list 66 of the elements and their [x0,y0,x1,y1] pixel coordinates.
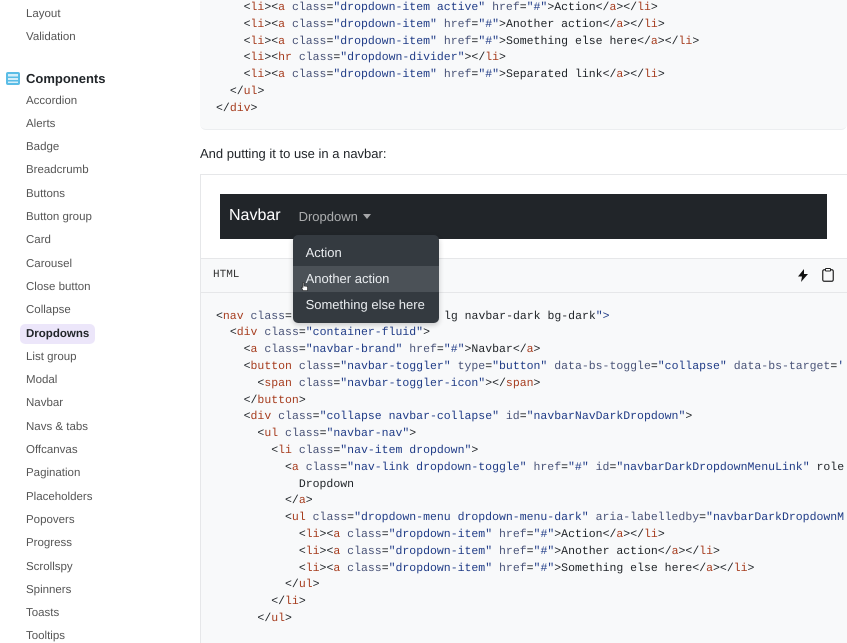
code-line: <div class="container-fluid"> [228,326,430,340]
code-line: <li><a class="dropdown-item" href="#">Another action</a></li> [298,544,720,558]
dropdown-toggle[interactable]: Dropdown [298,208,371,224]
sidebar-item[interactable]: Layout [20,4,67,24]
sidebar-item[interactable]: Modal [20,370,64,390]
caret-icon [362,214,371,219]
code-line: <li><hr class="dropdown-divider"></li> [242,51,506,64]
code-line: Dropdown [298,478,354,491]
sidebar-item[interactable]: Accordion [20,90,84,111]
sidebar-item[interactable]: Scrollspy [20,556,79,577]
dropdown-item[interactable]: Something else here [292,292,439,318]
sidebar-item[interactable]: Collapse [20,300,77,320]
code-line: <li><a class="dropdown-item" href="#">Separated link</a></li> [242,68,665,82]
sidebar-item[interactable]: Badge [20,137,66,158]
sidebar-item[interactable]: Toasts [20,603,66,624]
sidebar-item[interactable]: Tooltips [20,626,71,643]
code-line: <span class="navbar-toggler-icon"></span> [256,376,540,390]
sidebar-item[interactable]: Offcanvas [20,440,84,460]
sidebar-heading: Components [26,71,106,86]
code-line: </div> [216,102,258,115]
code-line: <ul class="navbar-nav"> [256,427,416,440]
code-line: <a class="navbar-brand" href="#">Navbar</a> [242,343,540,356]
code-line: </ul> [284,578,320,592]
lightning-icon[interactable] [798,268,808,282]
code-language-label: HTML [213,269,240,282]
sidebar-item[interactable]: Progress [20,533,78,554]
code-line: lg navbar-dark bg-dark"> [444,310,610,323]
sidebar-item[interactable]: Navs & tabs [20,416,94,437]
code-line: <ul class="dropdown-menu dropdown-menu-dark" aria-labelledby="navbarDarkDropdownM [284,511,844,524]
code-line: <nav class= [216,310,292,323]
code-line: <li><a class="dropdown-item" href="#">Another action</a></li> [242,18,665,31]
code-line: <li><a class="dropdown-item" href="#">Something else here</a></li> [242,34,700,48]
sidebar-item[interactable]: Alerts [20,114,62,134]
sidebar-item[interactable]: Breadcrumb [20,160,95,180]
code-line: <div class="collapse navbar-collapse" id="navbarNavDarkDropdown"> [242,410,692,424]
sidebar-item[interactable]: Dropdowns [20,324,96,344]
sidebar-item[interactable]: Validation [20,27,82,48]
sidebar-item[interactable]: Spinners [20,580,78,600]
sidebar-item[interactable]: Placeholders [20,486,98,507]
pointer-cursor-icon [300,282,308,291]
code-line: </li> [270,595,306,608]
code-line: </ul> [228,84,264,98]
sidebar-item[interactable]: Pagination [20,463,86,484]
dropdown-item[interactable]: Action [292,240,439,266]
code-line: </a> [284,494,313,508]
dropdown-item[interactable]: Another action [292,266,439,292]
code-line: <li><a class="dropdown-item active" href="#">Action</a></li> [242,1,658,14]
navbar-brand[interactable]: Navbar [229,207,281,226]
code-line: <a class="nav-link dropdown-toggle" href="#" id="navbarDarkDropdownMenuLink" role [284,460,844,474]
sidebar-item[interactable]: Popovers [20,510,81,530]
sidebar-item[interactable]: Close button [20,276,97,297]
sidebar-item[interactable]: Navbar [20,393,70,414]
code-line: <li><a class="dropdown-item" href="#">Action</a></li> [298,528,665,541]
sidebar-item[interactable]: Buttons [20,184,71,204]
code-line: <li><a class="dropdown-item" href="#">Something else here</a></li> [298,562,754,575]
sidebar-item[interactable]: Carousel [20,254,78,274]
code-line: </button> [242,394,306,407]
sidebar-item[interactable]: Card [20,230,57,250]
stacked-panels-icon [6,72,20,86]
code-line: <button class="navbar-toggler" type="button" data-bs-toggle="collapse" data-bs-target=' [242,360,844,373]
sidebar-item[interactable]: Button group [20,207,98,228]
code-line: </ul> [256,612,292,625]
clipboard-icon[interactable] [822,268,834,282]
paragraph: And putting it to use in a navbar: [200,146,386,161]
code-line: <li class="nav-item dropdown"> [270,444,478,457]
sidebar-item[interactable]: List group [20,346,83,367]
